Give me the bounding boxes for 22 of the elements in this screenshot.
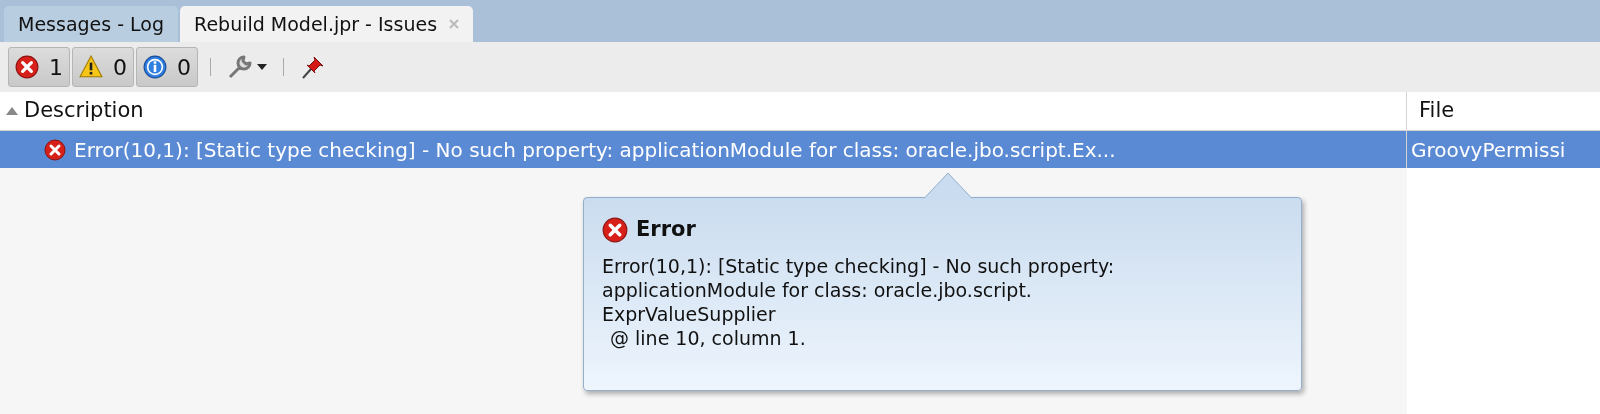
warning-icon	[79, 55, 103, 79]
caret-icon	[257, 64, 267, 70]
filter-toggle[interactable]: 0	[136, 47, 198, 87]
error-icon	[15, 55, 39, 79]
tooltip-text: @ line 10, column 1.	[609, 325, 807, 350]
wrench-icon	[227, 54, 253, 80]
error-icon	[44, 138, 66, 161]
column-header[interactable]: File	[1407, 92, 1600, 130]
tooltip-title: Error	[636, 216, 696, 243]
sort-ascending-icon	[6, 107, 18, 115]
tab[interactable]: Rebuild Model.jpr - Issues	[180, 6, 474, 42]
table-cell-text: GroovyPermissi	[1410, 136, 1567, 164]
pushpin-icon	[300, 54, 326, 80]
filter-toggle[interactable]: 0	[72, 47, 134, 87]
column-header[interactable]: Description	[0, 92, 1407, 130]
tooltip-text: Error(10,1): [Static type checking] - No such property:	[602, 253, 1116, 278]
filter-toggle[interactable]: 1	[8, 47, 70, 87]
info-icon	[143, 55, 167, 79]
error-icon	[602, 216, 628, 243]
tooltip-text: applicationModule for class: oracle.jbo.script.	[602, 277, 1033, 302]
tooltip-text: ExprValueSupplier	[602, 301, 777, 326]
tab[interactable]: Messages - Log	[4, 6, 179, 42]
